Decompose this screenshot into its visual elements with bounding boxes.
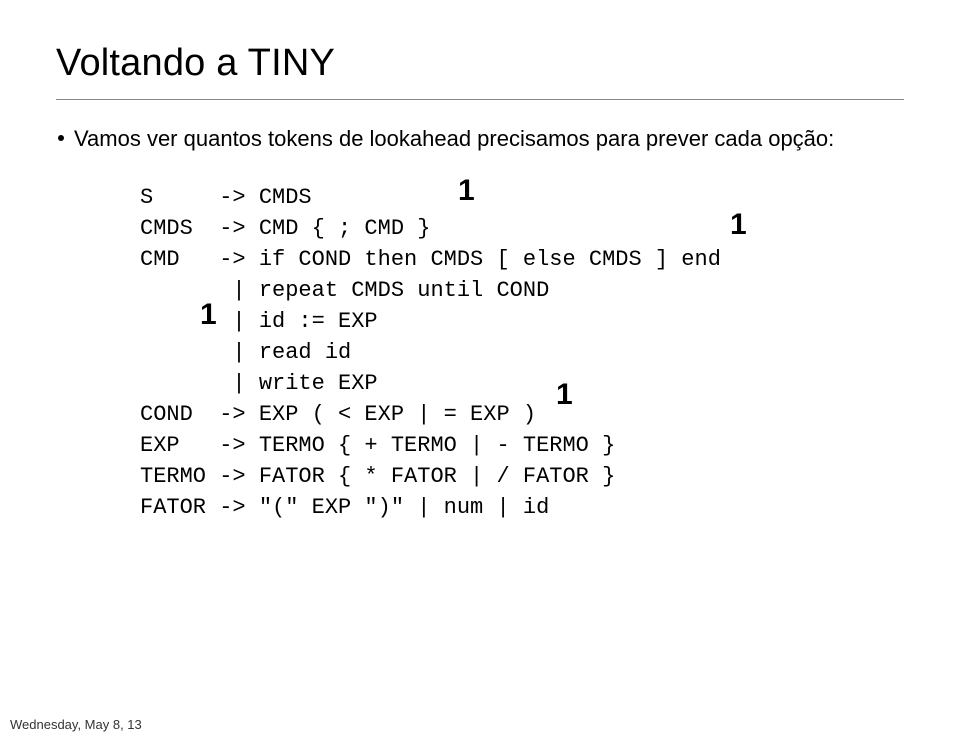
footer-date: Wednesday, May 8, 13 — [10, 717, 142, 732]
grammar-line: FATOR -> "(" EXP ")" | num | id — [140, 495, 549, 520]
grammar-line: CMD -> if COND then CMDS [ else CMDS ] e… — [140, 247, 721, 272]
slide: Voltando a TINY Vamos ver quantos tokens… — [0, 0, 960, 740]
grammar-block: S -> CMDS CMDS -> CMD { ; CMD } CMD -> i… — [140, 182, 904, 523]
lead-paragraph: Vamos ver quantos tokens de lookahead pr… — [58, 124, 904, 154]
grammar-line: S -> CMDS — [140, 185, 312, 210]
grammar-code: S -> CMDS CMDS -> CMD { ; CMD } CMD -> i… — [140, 182, 904, 523]
grammar-line: CMDS -> CMD { ; CMD } — [140, 216, 430, 241]
lookahead-annotation-3: 1 — [200, 298, 217, 332]
lead-text: Vamos ver quantos tokens de lookahead pr… — [74, 126, 834, 151]
grammar-line: | read id — [140, 340, 351, 365]
title-rule — [56, 99, 904, 100]
bullet-dot-icon — [58, 135, 64, 141]
grammar-line: COND -> EXP ( < EXP | = EXP ) — [140, 402, 536, 427]
slide-title: Voltando a TINY — [56, 42, 904, 85]
lookahead-annotation-4: 1 — [556, 378, 573, 412]
grammar-line: EXP -> TERMO { + TERMO | - TERMO } — [140, 433, 615, 458]
grammar-line: | write EXP — [140, 371, 378, 396]
lookahead-annotation-1: 1 — [458, 174, 475, 208]
grammar-line: TERMO -> FATOR { * FATOR | / FATOR } — [140, 464, 615, 489]
lookahead-annotation-2: 1 — [730, 208, 747, 242]
grammar-line: | id := EXP — [140, 309, 378, 334]
